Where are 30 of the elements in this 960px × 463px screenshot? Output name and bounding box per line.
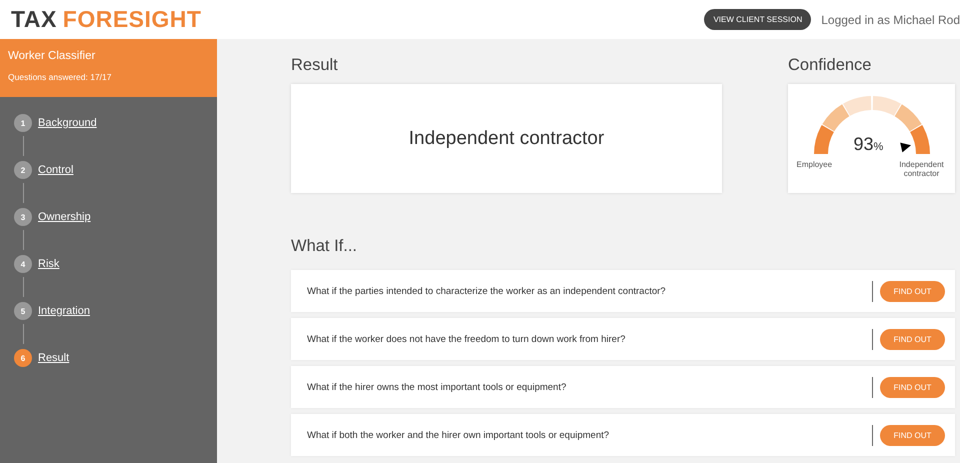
step-number: 6 (14, 349, 32, 367)
step-number: 3 (14, 208, 32, 226)
employee-label: Employee (796, 160, 832, 169)
confidence-heading: Confidence (788, 56, 872, 75)
result-value: Independent contractor (408, 128, 604, 150)
sidebar-title: Worker Classifier (8, 50, 96, 62)
gauge-needle (900, 142, 911, 152)
question-text: What if both the worker and the hirer own important tools or equipment? (307, 430, 610, 440)
step-number: 1 (14, 114, 32, 132)
step-link[interactable]: Result (38, 352, 70, 364)
logo-text: TAX (11, 6, 57, 33)
logged-in-text: Logged in as Michael Rod (821, 12, 960, 26)
question-text: What if the parties intended to characterize the worker as an independent contractor? (307, 286, 667, 296)
step-number: 4 (14, 255, 32, 273)
result-heading: Result (291, 56, 339, 75)
confidence-value: 93% (854, 134, 884, 155)
step-link[interactable]: Control (38, 164, 74, 176)
progress-text: Questions answered: 17/17 (8, 72, 112, 82)
contractor-label: Independent contractor (898, 160, 945, 178)
step-number: 5 (14, 302, 32, 320)
logo-text: FORESIGHT (62, 6, 202, 33)
step-link[interactable]: Ownership (38, 211, 91, 223)
question-text: What if the worker does not have the freedom to turn down work from hirer? (307, 334, 626, 344)
step-number: 2 (14, 161, 32, 179)
question-text: What if the hirer owns the most important tools or equipment? (307, 382, 568, 392)
step-link[interactable]: Integration (38, 305, 90, 317)
step-link[interactable]: Background (38, 117, 97, 129)
view-client-session-button[interactable]: VIEW CLIENT SESSION (704, 9, 812, 30)
step-link[interactable]: Risk (38, 258, 60, 270)
what-if-heading: What If... (291, 237, 358, 256)
